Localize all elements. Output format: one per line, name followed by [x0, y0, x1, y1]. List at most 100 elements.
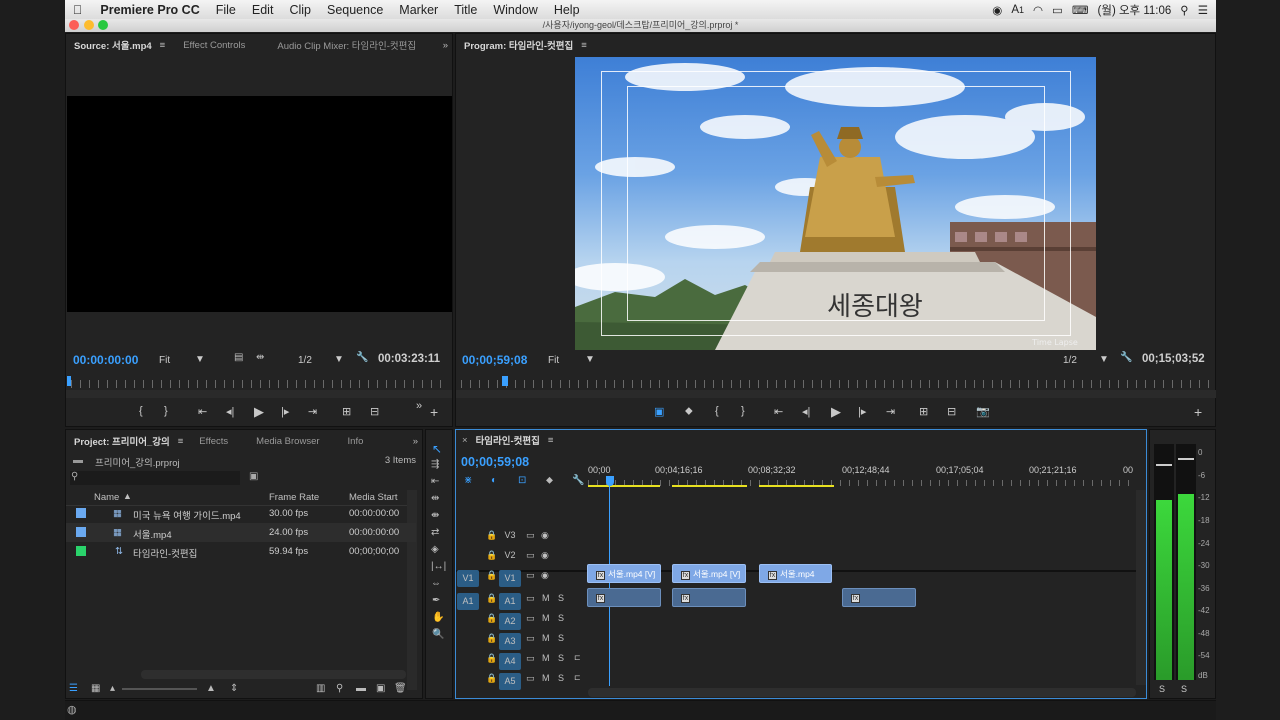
panel-menu-icon[interactable]: ≡ — [160, 40, 166, 51]
clock[interactable]: (월) 오후 11:06 — [1098, 2, 1172, 18]
column-name[interactable]: Name — [94, 492, 119, 503]
tab-program[interactable]: Program: 타임라인-컷편집 — [456, 38, 581, 52]
track-name[interactable]: V1 — [499, 570, 521, 587]
project-search-input[interactable] — [70, 471, 240, 485]
sync-lock-icon[interactable]: ▭ — [526, 570, 535, 581]
input-source-icon[interactable]: ⌨ — [1072, 3, 1089, 17]
program-mark-out-icon[interactable]: } — [741, 405, 745, 417]
menu-clip[interactable]: Clip — [281, 3, 319, 17]
lock-icon[interactable]: 🔒 — [486, 530, 497, 541]
timeline-vertical-scrollbar[interactable] — [1136, 490, 1146, 685]
wifi-icon[interactable]: ◠ — [1033, 3, 1043, 17]
mute-button[interactable]: M — [542, 653, 550, 663]
track-select-forward-icon[interactable]: ⇔ — [431, 578, 441, 589]
source-step-forward-icon[interactable]: |▸ — [281, 405, 289, 418]
menu-title[interactable]: Title — [446, 3, 485, 17]
source-zoom-select[interactable]: Fit — [159, 355, 170, 366]
tab-sequence[interactable]: 타임라인-컷편집 — [468, 433, 548, 447]
source-settings-wrench-icon[interactable]: 🔧 — [356, 352, 368, 363]
snap-toggle-icon[interactable]: ⋇ — [464, 475, 472, 486]
mute-button[interactable]: M — [542, 593, 550, 603]
lock-icon[interactable]: 🔒 — [486, 570, 497, 581]
menu-marker[interactable]: Marker — [391, 3, 446, 17]
solo-button[interactable]: S — [558, 613, 564, 623]
source-playhead[interactable] — [67, 376, 71, 386]
sync-lock-icon[interactable]: ▭ — [526, 673, 535, 684]
eye-icon[interactable]: ◉ — [541, 530, 549, 541]
solo-button[interactable]: S — [558, 673, 564, 683]
label-color-swatch[interactable] — [76, 508, 86, 518]
new-item-icon[interactable]: ▣ — [376, 683, 385, 694]
voice-over-record-icon[interactable]: ⊏ — [574, 673, 581, 682]
sync-lock-icon[interactable]: ▭ — [526, 613, 535, 624]
minimize-window-button[interactable] — [84, 20, 94, 30]
column-frame-rate[interactable]: Frame Rate — [269, 492, 319, 503]
new-search-bin-icon[interactable]: ▣ — [249, 471, 258, 482]
project-panel-menu-icon[interactable]: ≡ — [178, 436, 184, 447]
program-resolution-select[interactable]: 1/2 — [1063, 355, 1077, 366]
rate-stretch-tool-icon[interactable]: ⇼ — [431, 510, 439, 521]
tab-media-browser[interactable]: Media Browser — [248, 436, 327, 447]
sync-lock-icon[interactable]: ▭ — [526, 593, 535, 604]
zoom-tool-icon[interactable]: 🔍 — [432, 629, 444, 640]
lock-icon[interactable]: 🔒 — [486, 633, 497, 644]
lock-icon[interactable]: 🔒 — [486, 673, 497, 684]
audio-clip[interactable]: fx — [842, 588, 916, 607]
program-panel-menu-icon[interactable]: ≡ — [581, 40, 587, 51]
program-zoom-scrollbar[interactable] — [456, 390, 1216, 398]
track-select-tool-icon[interactable]: ⇶ — [431, 459, 439, 470]
solo-left-button[interactable]: S — [1159, 684, 1165, 694]
menu-edit[interactable]: Edit — [244, 3, 282, 17]
project-item-row[interactable]: ▦ 미국 뉴욕 여행 가이드.mp4 30.00 fps 00:00:00:00 — [66, 504, 416, 523]
extract-icon[interactable]: ⊟ — [947, 405, 956, 418]
source-timecode[interactable]: 00:00:00:00 — [73, 353, 138, 367]
solo-button[interactable]: S — [558, 593, 564, 603]
project-item-row[interactable]: ▦ 서울.mp4 24.00 fps 00:00:00:00 — [66, 523, 416, 542]
program-playhead[interactable] — [502, 376, 508, 386]
sync-lock-icon[interactable]: ▭ — [526, 550, 535, 561]
zoom-in-icon[interactable]: ▲ — [206, 683, 216, 694]
source-go-to-out-icon[interactable]: ⇥ — [308, 405, 317, 418]
app-menu[interactable]: Premiere Pro CC — [90, 3, 207, 17]
drag-video-icon[interactable]: ⇹ — [256, 352, 264, 363]
timeline-settings-wrench-icon[interactable]: 🔧 — [572, 475, 584, 486]
sort-ascending-icon[interactable]: ▲ — [123, 491, 132, 501]
program-play-icon[interactable]: ▶ — [831, 404, 841, 420]
menu-file[interactable]: File — [208, 3, 244, 17]
timeline-playhead-handle[interactable] — [606, 476, 614, 486]
label-color-swatch[interactable] — [76, 546, 86, 556]
tab-info[interactable]: Info — [340, 436, 372, 447]
lift-icon[interactable]: ⊞ — [919, 405, 928, 418]
eye-icon[interactable]: ◉ — [541, 550, 549, 561]
find-icon[interactable]: ⚲ — [336, 683, 343, 694]
timeline-playhead-line[interactable] — [609, 486, 610, 686]
apple-menu-icon[interactable]:  — [65, 3, 90, 17]
solo-right-button[interactable]: S — [1181, 684, 1187, 694]
solo-button[interactable]: S — [558, 653, 564, 663]
project-overflow-tabs-icon[interactable]: » — [413, 436, 418, 447]
add-marker-timeline-icon[interactable]: ⊡ — [518, 475, 526, 486]
status-icon[interactable]: ◍ — [67, 703, 77, 716]
zoom-window-button[interactable] — [98, 20, 108, 30]
rolling-edit-tool-icon[interactable]: ⇹ — [431, 493, 439, 504]
eye-icon[interactable]: ◉ — [541, 570, 549, 581]
mute-button[interactable]: M — [542, 673, 550, 683]
lock-icon[interactable]: 🔒 — [486, 550, 497, 561]
program-mark-in-icon[interactable]: { — [715, 405, 719, 417]
tab-project[interactable]: Project: 프리미어_강의 — [66, 434, 178, 448]
source-resolution-select[interactable]: 1/2 — [298, 355, 312, 366]
source-zoom-scrollbar[interactable] — [66, 390, 452, 398]
record-icon[interactable]: ◉ — [992, 3, 1002, 17]
source-patch-v1[interactable]: V1 — [457, 570, 479, 587]
source-overwrite-icon[interactable]: ⊟ — [370, 405, 379, 418]
program-add-button-icon[interactable]: + — [1194, 404, 1202, 420]
source-step-back-icon[interactable]: ◂| — [226, 405, 234, 418]
timeline-timecode[interactable]: 00;00;59;08 — [461, 455, 529, 469]
program-time-ruler[interactable] — [461, 380, 1213, 388]
timeline-time-ruler[interactable] — [588, 480, 1136, 486]
program-step-forward-icon[interactable]: |▸ — [858, 405, 866, 418]
export-frame-camera-icon[interactable]: 📷 — [976, 405, 990, 418]
solo-button[interactable]: S — [558, 633, 564, 643]
voice-over-record-icon[interactable]: ⊏ — [574, 653, 581, 662]
sort-icons-icon[interactable]: ⇕ — [230, 683, 238, 694]
